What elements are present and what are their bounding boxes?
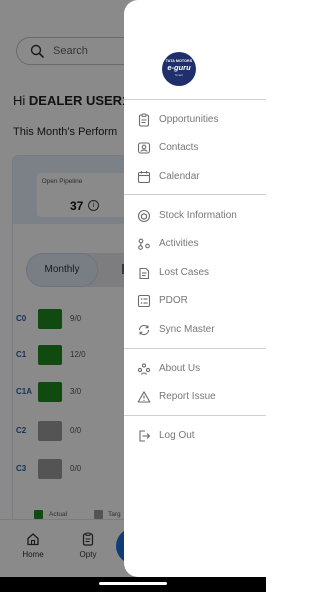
menu-item-lost-cases[interactable]: Lost Cases [137,264,262,282]
menu-item-opportunities[interactable]: Opportunities [137,111,262,129]
stock-box-icon [137,209,151,223]
sync-icon [138,324,150,336]
menu-item-label: Log Out [159,430,195,441]
menu-divider [124,194,266,195]
menu-item-about-us[interactable]: About Us [137,360,262,378]
menu-item-label: About Us [159,363,201,374]
menu-item-stock-information[interactable]: Stock Information [137,207,262,225]
eguru-logo: TATA MOTORS e-guru Smart [162,52,196,86]
about-us-icon [137,363,151,375]
menu-item-label: Sync Master [159,324,215,335]
activities-icon [138,238,150,250]
system-navigation-bar [0,577,266,592]
menu-item-label: Contacts [159,142,199,153]
warning-icon [137,391,151,403]
menu-item-sync-master[interactable]: Sync Master [137,321,262,339]
logo-main-text: e-guru [167,63,191,72]
logout-icon [139,430,151,442]
menu-item-label: Lost Cases [159,267,210,278]
menu-item-label: Activities [159,238,199,249]
menu-item-log-out[interactable]: Log Out [137,427,262,445]
menu-item-label: PDOR [159,295,188,306]
menu-divider [124,415,266,416]
menu-item-report-issue[interactable]: Report Issue [137,388,262,406]
calendar-icon [137,171,151,184]
home-gesture-pill[interactable] [99,582,167,585]
menu-item-calendar[interactable]: Calendar [137,168,262,186]
menu-item-contacts[interactable]: Contacts [137,139,262,157]
logo-sub-text: Smart [174,73,183,77]
menu-item-label: Opportunities [159,114,219,125]
menu-divider [124,348,266,349]
navigation-drawer: TATA MOTORS e-guru Smart Opportunities Co… [124,0,266,577]
menu-item-label: Stock Information [159,210,237,221]
menu-item-label: Calendar [159,171,200,182]
clipboard-icon [138,113,150,127]
pdor-icon [137,294,151,308]
menu-item-pdor[interactable]: PDOR [137,292,262,310]
menu-item-activities[interactable]: Activities [137,235,262,253]
menu-divider [124,99,266,100]
lost-cases-icon [139,267,150,280]
menu-item-label: Report Issue [159,391,216,402]
contact-card-icon [137,142,151,154]
